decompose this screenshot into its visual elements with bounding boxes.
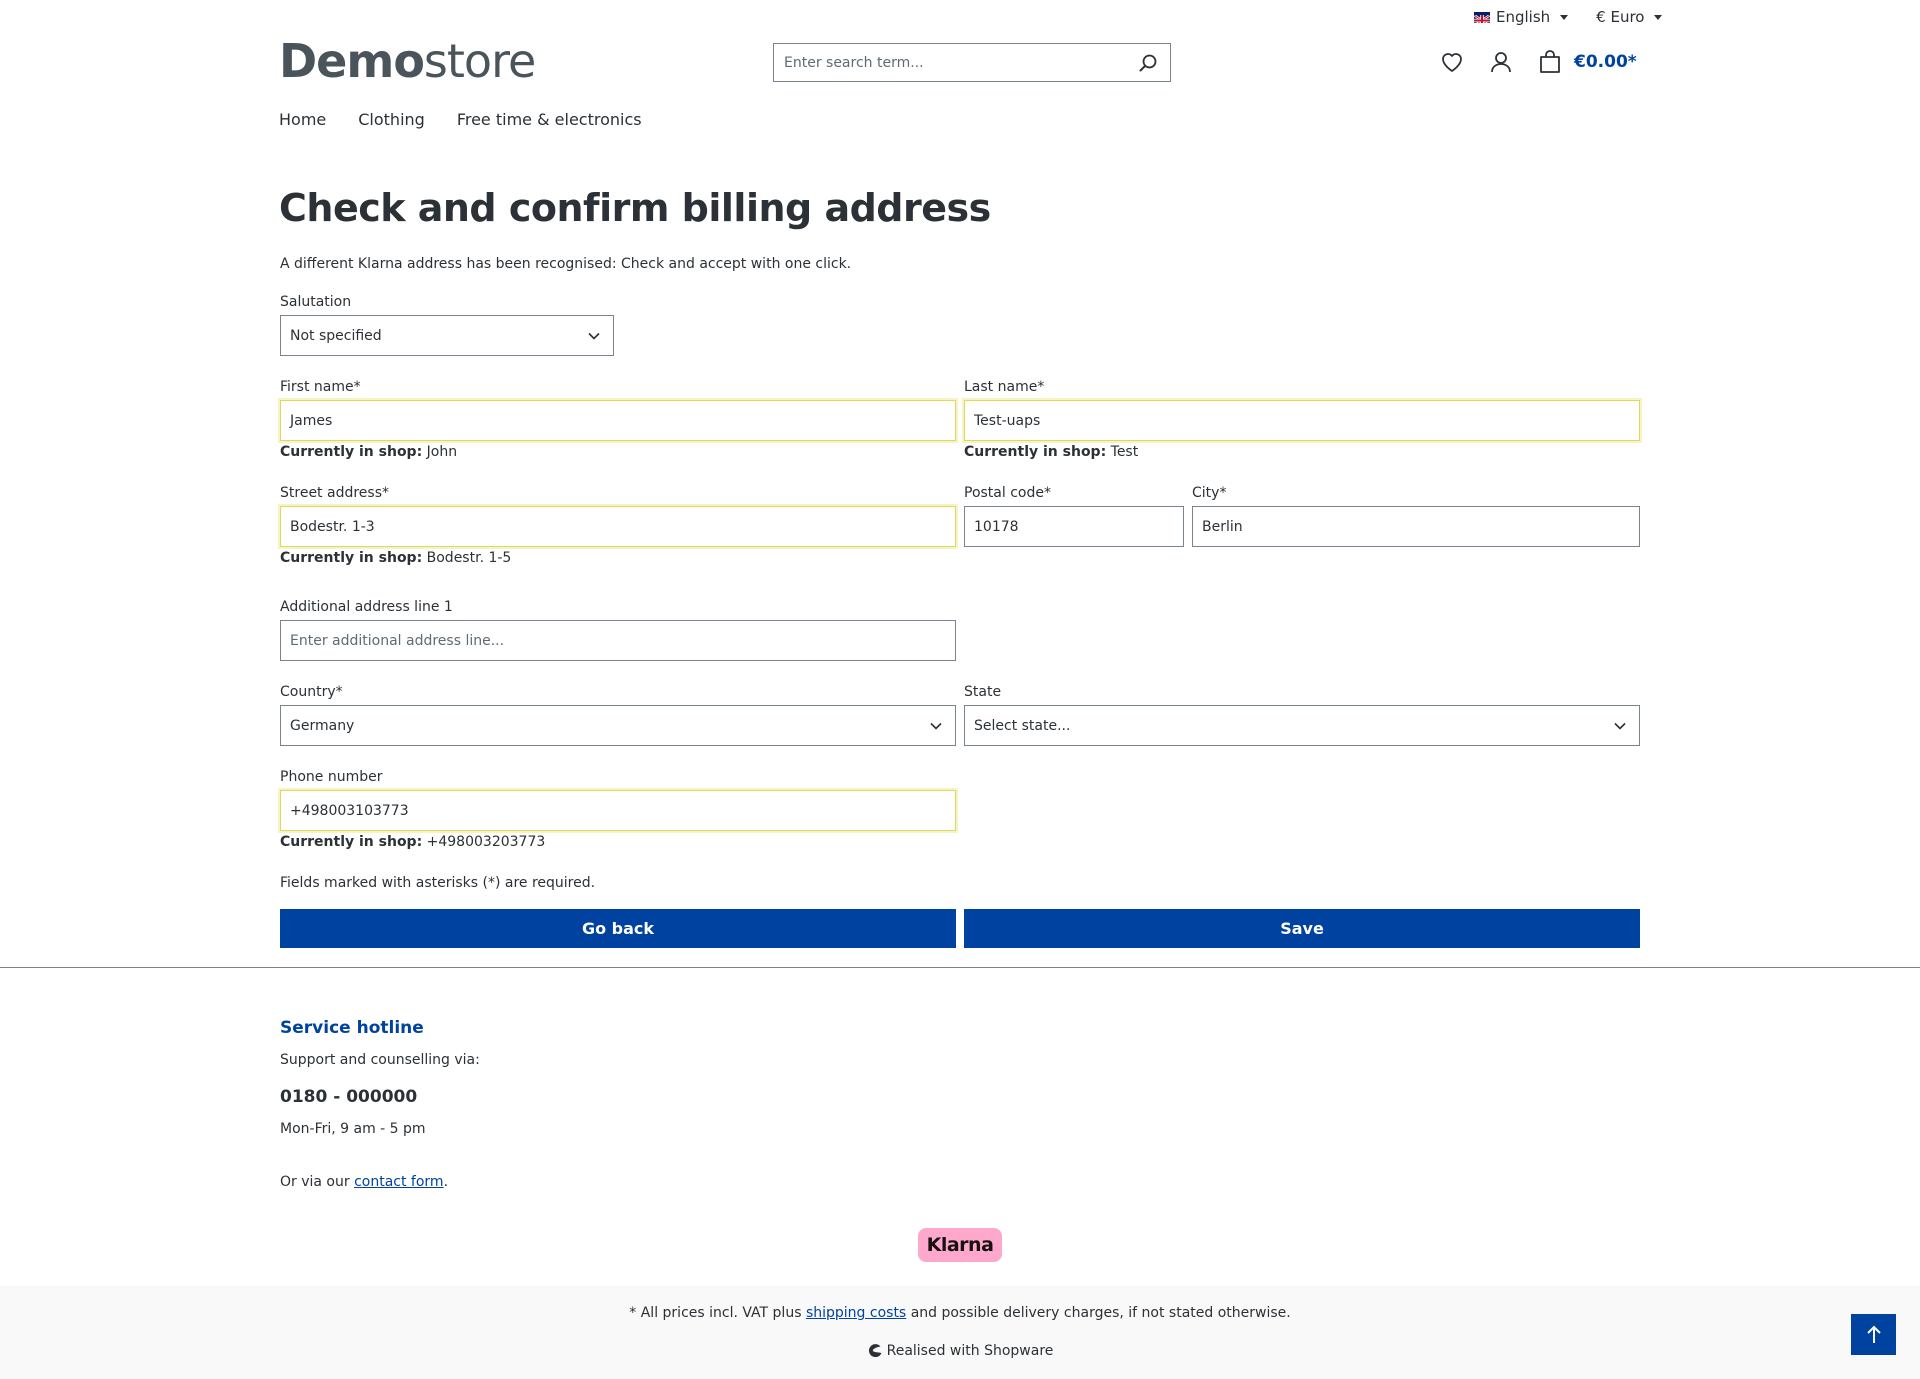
nav-item-clothing[interactable]: Clothing [358, 110, 425, 129]
street-field[interactable]: Bodestr. 1-3 [280, 506, 956, 547]
last-name-value: Test-uaps [974, 412, 1041, 429]
shop-hint-value: +498003203773 [426, 834, 546, 850]
chevron-down-icon [588, 332, 600, 340]
first-name-shop-hint: Currently in shop: John [280, 444, 457, 460]
last-name-shop-hint: Currently in shop: Test [964, 444, 1138, 460]
first-name-value: James [290, 412, 333, 429]
search-button[interactable] [1126, 44, 1170, 81]
nav-item-home[interactable]: Home [279, 110, 326, 129]
vat-suffix: and possible delivery charges, if not st… [910, 1305, 1291, 1321]
realised-text: Realised with Shopware [886, 1343, 1054, 1359]
contact-line: Or via our contact form. [280, 1174, 448, 1190]
country-label: Country* [280, 684, 343, 700]
postal-code-value: 10178 [974, 518, 1019, 535]
realised-with-shopware[interactable]: Realised with Shopware [0, 1343, 1920, 1359]
shop-hint-value: John [426, 444, 458, 460]
additional-address-placeholder: Enter additional address line... [290, 632, 505, 649]
city-value: Berlin [1202, 518, 1243, 535]
required-note: Fields marked with asterisks (*) are req… [280, 875, 596, 891]
chevron-down-icon [1654, 14, 1663, 20]
contact-form-link[interactable]: contact form [354, 1174, 443, 1190]
additional-address-label: Additional address line 1 [280, 599, 453, 615]
top-bar: English € Euro [1474, 8, 1663, 26]
search-bar [773, 43, 1171, 82]
chevron-down-icon [1614, 722, 1626, 730]
last-name-label: Last name* [964, 379, 1045, 395]
header-actions: €0.00* [1440, 50, 1637, 74]
wishlist-heart-icon[interactable] [1440, 51, 1464, 73]
salutation-label: Salutation [280, 294, 352, 310]
shop-hint-label: Currently in shop: [964, 444, 1107, 460]
phone-label: Phone number [280, 769, 383, 785]
shop-hint-label: Currently in shop: [280, 550, 423, 566]
uk-flag-icon [1474, 11, 1490, 23]
chevron-down-icon [1560, 14, 1569, 20]
shop-hint-value: Test [1110, 444, 1139, 460]
nav-item-free-time-electronics[interactable]: Free time & electronics [457, 110, 642, 129]
search-input[interactable] [774, 44, 1126, 81]
first-name-field[interactable]: James [280, 400, 956, 441]
currency-switcher[interactable]: € Euro [1596, 8, 1663, 26]
arrow-up-icon [1866, 1325, 1881, 1343]
page-title: Check and confirm billing address [279, 186, 991, 230]
hotline-hours: Mon-Fri, 9 am - 5 pm [280, 1121, 426, 1137]
street-shop-hint: Currently in shop: Bodestr. 1-5 [280, 550, 511, 566]
salutation-select[interactable]: Not specified [280, 315, 614, 356]
phone-field[interactable]: +498003103773 [280, 790, 956, 831]
street-label: Street address* [280, 485, 389, 501]
phone-value: +498003103773 [290, 802, 409, 819]
main-navigation: Home Clothing Free time & electronics [279, 110, 642, 129]
state-label: State [964, 684, 1002, 700]
service-hotline-title: Service hotline [280, 1018, 424, 1038]
cart-bag-icon[interactable] [1538, 50, 1562, 74]
klarna-logo: Klarna [918, 1228, 1002, 1262]
footer-bottom-bar [0, 1286, 1920, 1379]
save-button[interactable]: Save [964, 909, 1640, 948]
additional-address-field[interactable]: Enter additional address line... [280, 620, 956, 661]
city-field[interactable]: Berlin [1192, 506, 1640, 547]
cart-total[interactable]: €0.00* [1574, 52, 1637, 72]
shop-hint-label: Currently in shop: [280, 834, 423, 850]
country-value: Germany [290, 717, 355, 734]
first-name-label: First name* [280, 379, 361, 395]
last-name-field[interactable]: Test-uaps [964, 400, 1640, 441]
chevron-down-icon [930, 722, 942, 730]
intro-text: A different Klarna address has been reco… [280, 256, 852, 272]
shop-hint-label: Currently in shop: [280, 444, 423, 460]
go-back-button[interactable]: Go back [280, 909, 956, 948]
currency-label: € Euro [1596, 8, 1645, 26]
hotline-phone[interactable]: 0180 - 000000 [280, 1087, 417, 1107]
scroll-to-top-button[interactable] [1851, 1314, 1896, 1355]
vat-prefix: * All prices incl. VAT plus [629, 1305, 802, 1321]
footer-divider [0, 967, 1920, 968]
state-select[interactable]: Select state... [964, 705, 1640, 746]
language-label: English [1496, 8, 1551, 26]
shipping-costs-link[interactable]: shipping costs [806, 1305, 906, 1321]
contact-suffix: . [443, 1174, 449, 1190]
logo-bold-text: Demo [279, 34, 425, 88]
shop-hint-value: Bodestr. 1-5 [426, 550, 512, 566]
account-user-icon[interactable] [1490, 51, 1512, 73]
state-value: Select state... [974, 717, 1071, 734]
postal-code-label: Postal code* [964, 485, 1051, 501]
vat-notice: * All prices incl. VAT plus shipping cos… [0, 1305, 1920, 1321]
contact-prefix: Or via our [280, 1174, 350, 1190]
country-select[interactable]: Germany [280, 705, 956, 746]
store-logo[interactable]: Demostore [279, 34, 536, 88]
logo-light-text: store [423, 34, 536, 88]
shopware-logo-icon [868, 1344, 882, 1358]
postal-code-field[interactable]: 10178 [964, 506, 1184, 547]
search-icon [1139, 54, 1157, 71]
salutation-value: Not specified [290, 327, 382, 344]
phone-shop-hint: Currently in shop: +498003203773 [280, 834, 545, 850]
street-value: Bodestr. 1-3 [290, 518, 375, 535]
language-switcher[interactable]: English [1474, 8, 1569, 26]
city-label: City* [1192, 485, 1227, 501]
support-text: Support and counselling via: [280, 1052, 480, 1068]
